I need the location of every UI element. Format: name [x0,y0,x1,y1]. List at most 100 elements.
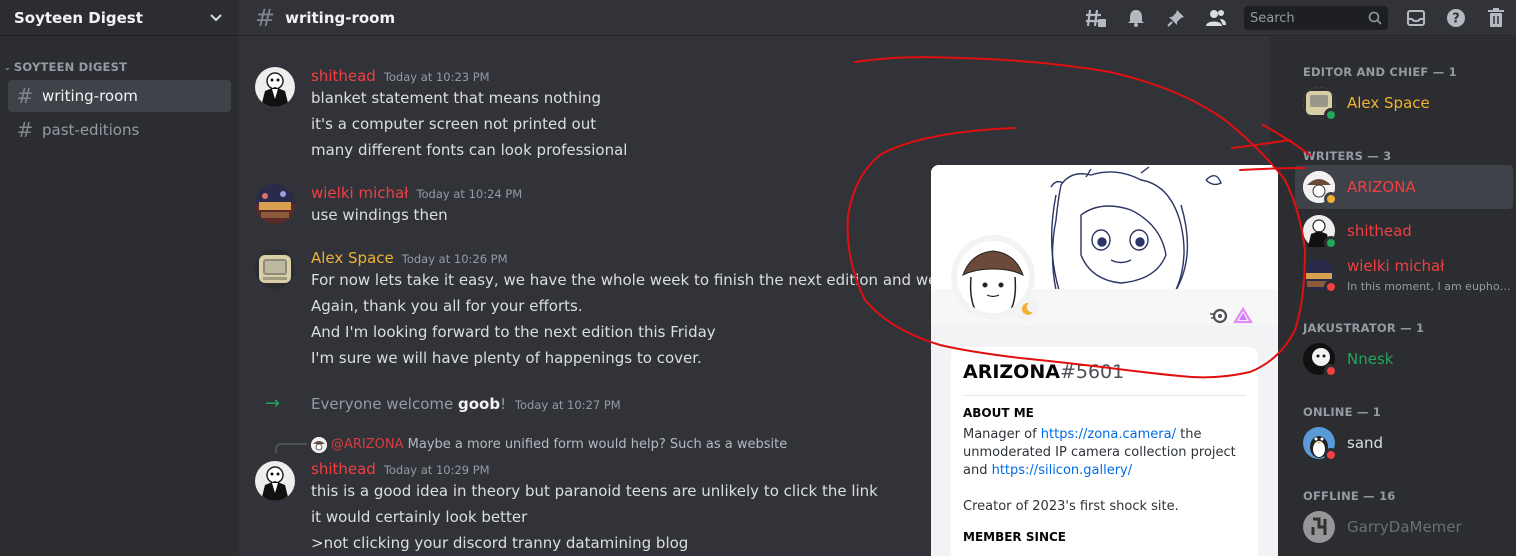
member-name: shithead [1347,222,1412,240]
member-name: Alex Space [1347,94,1430,112]
trash-icon[interactable] [1484,6,1508,30]
sidebar-item-writing-room[interactable]: # writing-room [8,80,231,112]
nitro-badge-icon[interactable] [1233,306,1253,326]
reply-avatar [311,437,327,453]
member-item-arizona[interactable]: ARIZONA [1295,165,1513,209]
reply-connector [275,443,307,453]
bell-icon[interactable] [1124,6,1148,30]
server-header[interactable]: Soyteen Digest [0,0,239,36]
avatar [1303,511,1335,543]
chevron-down-icon: ⌄ [4,62,11,72]
member-name: sand [1347,434,1384,452]
status-dnd-icon [1324,364,1338,378]
profile-username: ARIZONA#5601 [963,361,1125,383]
author-name[interactable]: wielki michał [311,184,408,202]
member-name: wielki michał [1347,257,1445,275]
timestamp: Today at 10:24 PM [416,187,523,201]
reply-text: Maybe a more unified form would help? Su… [407,437,788,452]
member-name: Nnesk [1347,350,1394,368]
about-me-heading: ABOUT ME [963,406,1034,420]
status-idle-icon [1324,192,1338,206]
avatar [1303,427,1338,462]
channel-header: # writing-room Search ? [239,0,1516,36]
threads-icon[interactable] [1084,6,1108,30]
message-text: use windings then [311,206,448,224]
avatar [1303,87,1338,122]
channel-category[interactable]: ⌄ SOYTEEN DIGEST [0,60,239,74]
category-label: SOYTEEN DIGEST [13,60,128,74]
profile-info-card: ARIZONA#5601 ABOUT ME Manager of https:/… [951,347,1258,556]
member-item-shithead[interactable]: shithead [1295,209,1513,253]
status-idle-icon [1015,297,1039,321]
system-text: Everyone welcome goob! Today at 10:27 PM [311,395,621,413]
avatar[interactable] [255,184,295,224]
divider [963,395,1246,396]
search-icon [1368,11,1382,25]
message-text: For now lets take it easy, we have the w… [311,271,1017,289]
message-header: Alex Space Today at 10:26 PM [311,249,508,267]
message-text: Again, thank you all for your efforts. [311,297,583,315]
chevron-down-icon [210,13,222,21]
avatar [1303,343,1338,378]
message-header: shithead Today at 10:23 PM [311,67,490,85]
status-online-icon [1324,236,1338,250]
author-name[interactable]: shithead [311,460,376,478]
discord-window: Soyteen Digest ⌄ SOYTEEN DIGEST # writin… [0,0,1516,556]
svg-text:?: ? [1452,12,1460,27]
timestamp: Today at 10:29 PM [383,463,490,477]
channel-title: writing-room [285,8,396,27]
message-text: it would certainly look better [311,508,528,526]
avatar[interactable] [255,67,295,107]
about-me-text: Manager of https://zona.camera/ the unmo… [963,427,1236,478]
member-item-wielki-michal[interactable]: wielki michał In this moment, I am eupho… [1295,253,1513,297]
hypesquad-badge-icon[interactable] [1209,306,1229,326]
silicon-gallery-link[interactable]: https://silicon.gallery/ [992,463,1133,478]
message-text: this is a good idea in theory but parano… [311,482,878,500]
profile-discriminator: #5601 [1059,361,1125,383]
message-text: blanket statement that means nothing [311,89,602,107]
message-text: many different fonts can look profession… [311,141,628,159]
avatar [1303,215,1338,250]
author-name[interactable]: Alex Space [311,249,394,267]
members-icon[interactable] [1204,6,1228,30]
message-text: it's a computer screen not printed out [311,115,597,133]
member-item-nnesk[interactable]: Nnesk [1295,337,1513,381]
message-header: wielki michał Today at 10:24 PM [311,184,522,202]
about-me-line: Creator of 2023's first shock site. [963,499,1179,514]
hash-icon: # [255,3,276,32]
channel-label: past-editions [42,121,140,139]
search-placeholder: Search [1250,10,1295,26]
welcomed-user[interactable]: goob [458,395,500,413]
reply-preview[interactable]: @ARIZONA Maybe a more unified form would… [331,437,787,452]
hash-icon: # [16,84,34,108]
member-item-alex-space[interactable]: Alex Space [1295,81,1513,125]
author-name[interactable]: shithead [311,67,376,85]
message-header: shithead Today at 10:29 PM [311,460,490,478]
sidebar-item-past-editions[interactable]: # past-editions [8,114,231,146]
member-list: EDITOR AND CHIEF — 1 Alex Space WRITERS … [1270,37,1516,556]
member-since-heading: MEMBER SINCE [963,530,1066,544]
zona-camera-link[interactable]: https://zona.camera/ [1041,427,1176,442]
member-group-title: WRITERS — 3 [1303,149,1392,163]
timestamp: Today at 10:26 PM [401,252,508,266]
inbox-icon[interactable] [1404,6,1428,30]
member-group-title: EDITOR AND CHIEF — 1 [1303,65,1457,79]
arrow-right-icon: → [265,393,281,414]
message-text: I'm sure we will have plenty of happenin… [311,349,702,367]
header-toolbar: Search ? [1076,0,1516,36]
member-item-sand[interactable]: sand [1295,421,1513,465]
timestamp: Today at 10:27 PM [514,398,621,412]
member-group-title: JAKUSTRATOR — 1 [1303,321,1425,335]
timestamp: Today at 10:23 PM [383,70,490,84]
member-item-garrydamemer[interactable]: GarryDaMemer [1295,505,1513,549]
status-online-icon [1324,108,1338,122]
help-icon[interactable]: ? [1444,6,1468,30]
status-dnd-icon [1324,448,1338,462]
avatar[interactable] [255,461,295,501]
member-group-title: ONLINE — 1 [1303,405,1381,419]
avatar [1303,259,1338,294]
search-input[interactable]: Search [1244,6,1388,30]
pin-icon[interactable] [1164,6,1188,30]
avatar[interactable] [255,249,295,289]
member-group-title: OFFLINE — 16 [1303,489,1396,503]
